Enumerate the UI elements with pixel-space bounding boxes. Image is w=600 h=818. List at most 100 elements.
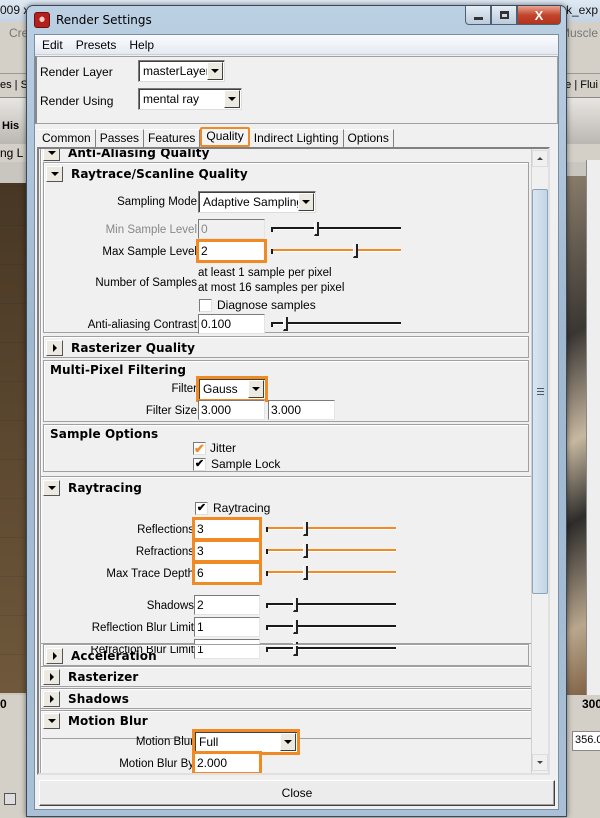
section-acceleration: Acceleration bbox=[43, 644, 529, 666]
tab-indirect-lighting[interactable]: Indirect Lighting bbox=[249, 129, 344, 147]
tab-passes[interactable]: Passes bbox=[95, 129, 145, 147]
expand-toggle[interactable] bbox=[43, 690, 60, 707]
tab-quality[interactable]: Quality bbox=[200, 127, 250, 147]
render-using-dropdown[interactable]: mental ray bbox=[138, 88, 242, 110]
slider-handle[interactable] bbox=[293, 598, 299, 612]
max-trace-depth-slider[interactable] bbox=[266, 566, 396, 580]
collapse-toggle[interactable] bbox=[43, 149, 60, 161]
settings-scroll-area[interactable]: Anti-Aliasing Quality Raytrace/Scanline … bbox=[37, 147, 550, 775]
refractions-slider[interactable] bbox=[266, 544, 396, 558]
diagnose-samples-label: Diagnose samples bbox=[217, 298, 316, 312]
close-button[interactable]: Close bbox=[39, 780, 555, 806]
section-title: Multi-Pixel Filtering bbox=[50, 363, 187, 377]
slider-handle[interactable] bbox=[303, 544, 309, 558]
motion-blur-by-field[interactable]: 2.000 bbox=[192, 751, 262, 773]
menu-edit[interactable]: Edit bbox=[36, 38, 69, 52]
aa-contrast-field[interactable]: 0.100 bbox=[198, 314, 265, 334]
slider-handle[interactable] bbox=[283, 317, 289, 331]
refractions-field[interactable]: 3 bbox=[192, 539, 262, 563]
scrollbar-thumb[interactable] bbox=[532, 189, 548, 594]
filter-label: Filter bbox=[171, 383, 197, 395]
motion-blur-dropdown[interactable]: Full bbox=[192, 729, 300, 755]
diagnose-samples-checkbox[interactable] bbox=[199, 299, 212, 312]
section-header: Rasterizer Quality bbox=[46, 338, 195, 357]
section-raytracing: Raytracing ✔ Raytracing Reflections 3 Re… bbox=[40, 476, 532, 659]
window-title: Render Settings bbox=[56, 13, 152, 27]
number-of-samples-label: Number of Samples bbox=[95, 277, 197, 289]
collapse-toggle[interactable] bbox=[43, 479, 60, 496]
filter-size-x-field[interactable]: 3.000 bbox=[198, 400, 265, 420]
reflection-blur-limit-slider[interactable] bbox=[266, 620, 396, 634]
aa-contrast-slider[interactable] bbox=[271, 317, 401, 331]
reflection-blur-limit-field[interactable]: 1 bbox=[194, 617, 260, 637]
section-rasterizer-quality: Rasterizer Quality bbox=[43, 336, 529, 358]
titlebar[interactable]: Render Settings X bbox=[27, 6, 566, 34]
refractions-label: Refractions bbox=[135, 546, 194, 558]
shadows-slider[interactable] bbox=[266, 598, 396, 612]
section-multi-pixel-filtering: Multi-Pixel Filtering Filter Gauss Filte… bbox=[43, 360, 529, 422]
sampling-mode-dropdown[interactable]: Adaptive Sampling bbox=[198, 191, 316, 213]
tab-features[interactable]: Features bbox=[144, 129, 201, 147]
shadows-field[interactable]: 2 bbox=[194, 595, 260, 615]
section-header: Raytrace/Scanline Quality bbox=[46, 164, 248, 183]
filter-dropdown[interactable]: Gauss bbox=[196, 376, 268, 402]
section-header: Motion Blur bbox=[43, 711, 148, 730]
collapse-toggle[interactable] bbox=[46, 165, 63, 182]
dialog-client: Edit Presets Help Render Layer masterLay… bbox=[34, 34, 559, 810]
maximize-button[interactable] bbox=[491, 6, 517, 25]
section-title: Raytrace/Scanline Quality bbox=[71, 166, 248, 181]
slider-handle[interactable] bbox=[303, 566, 309, 580]
section-header: Anti-Aliasing Quality bbox=[43, 147, 210, 162]
slider-handle[interactable] bbox=[352, 244, 358, 258]
section-header: Rasterizer bbox=[43, 667, 138, 686]
slider-handle[interactable] bbox=[303, 522, 309, 536]
maximize-icon bbox=[499, 11, 509, 19]
sample-lock-checkbox[interactable]: ✔ bbox=[193, 458, 206, 471]
section-title: Rasterizer Quality bbox=[71, 340, 196, 355]
filter-size-label: Filter Size bbox=[145, 405, 197, 417]
menu-help[interactable]: Help bbox=[123, 38, 160, 52]
max-sample-level-field[interactable]: 2 bbox=[196, 239, 267, 263]
expand-toggle[interactable] bbox=[46, 647, 63, 664]
close-window-button[interactable]: X bbox=[517, 6, 561, 25]
min-sample-level-slider[interactable] bbox=[271, 222, 401, 236]
slider-handle[interactable] bbox=[293, 620, 299, 634]
min-sample-level-field[interactable]: 0 bbox=[198, 219, 265, 239]
caret-down-icon bbox=[47, 150, 56, 155]
tab-common[interactable]: Common bbox=[38, 129, 96, 147]
sampling-mode-value: Adaptive Sampling bbox=[203, 195, 304, 209]
scroll-down-button[interactable] bbox=[532, 754, 548, 771]
bg-panel-menu-left[interactable]: ng L bbox=[0, 146, 23, 160]
restore-icon[interactable] bbox=[4, 793, 16, 805]
raytracing-checkbox[interactable]: ✔ bbox=[195, 502, 208, 515]
section-title: Sample Options bbox=[50, 427, 159, 441]
section-title: Anti-Aliasing Quality bbox=[68, 147, 210, 160]
jitter-checkbox[interactable]: ✔ bbox=[193, 442, 206, 455]
bg-range-field[interactable]: 356.0 bbox=[572, 731, 600, 751]
render-layer-dropdown[interactable]: masterLayer bbox=[138, 60, 225, 82]
tab-options[interactable]: Options bbox=[343, 129, 394, 147]
collapse-toggle[interactable] bbox=[43, 712, 60, 729]
caret-down-icon bbox=[50, 171, 59, 176]
caret-right-icon bbox=[52, 343, 57, 352]
menubar: Edit Presets Help bbox=[35, 35, 558, 55]
minimize-button[interactable] bbox=[465, 6, 491, 25]
filter-size-y-field[interactable]: 3.000 bbox=[268, 400, 335, 420]
bg-shelf-tab-left[interactable]: es | S bbox=[0, 79, 28, 91]
max-trace-depth-field[interactable]: 6 bbox=[192, 561, 262, 585]
menu-presets[interactable]: Presets bbox=[70, 38, 123, 52]
reflections-slider[interactable] bbox=[266, 522, 396, 536]
caret-right-icon bbox=[49, 672, 54, 681]
sample-lock-label: Sample Lock bbox=[211, 457, 281, 471]
vertical-scrollbar[interactable] bbox=[531, 149, 548, 773]
bg-shelf-tab-right[interactable]: le | Flui bbox=[563, 79, 598, 91]
expand-toggle[interactable] bbox=[46, 339, 63, 356]
max-sample-level-slider[interactable] bbox=[271, 244, 401, 258]
expand-toggle[interactable] bbox=[43, 668, 60, 685]
reflections-field[interactable]: 3 bbox=[192, 517, 262, 541]
tab-bar: Common Passes Features Quality Indirect … bbox=[38, 127, 394, 147]
slider-handle[interactable] bbox=[314, 222, 320, 236]
jitter-label: Jitter bbox=[210, 441, 237, 455]
section-title: Rasterizer bbox=[68, 669, 139, 684]
scroll-up-button[interactable] bbox=[532, 150, 548, 167]
